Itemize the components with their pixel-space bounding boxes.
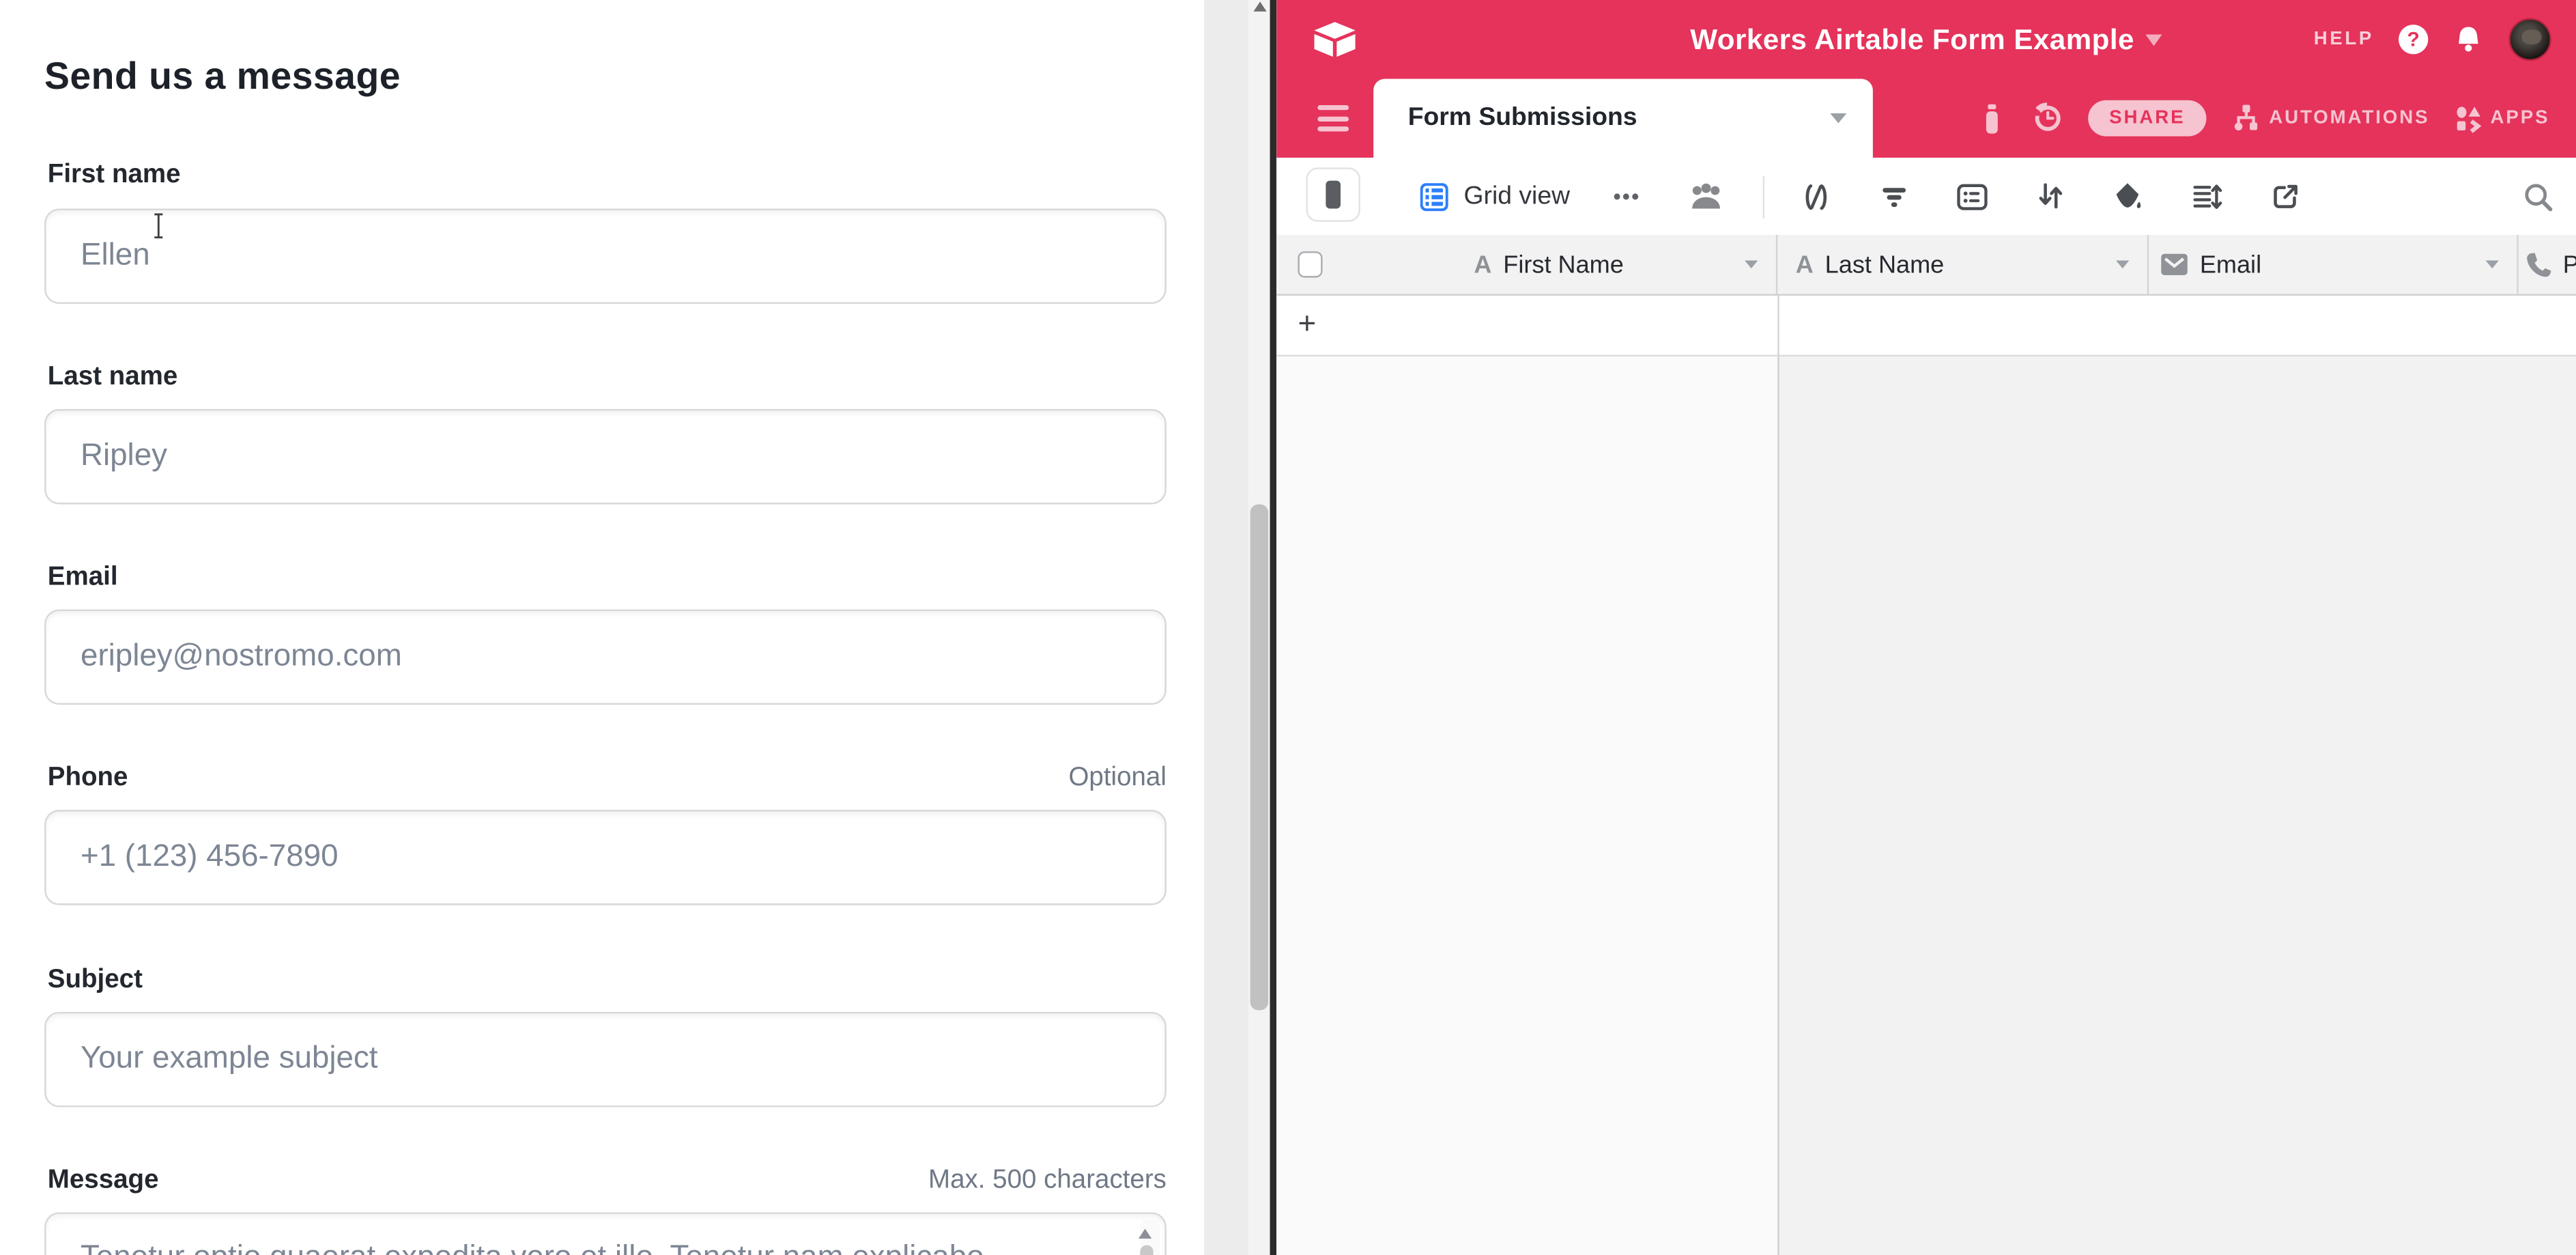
share-button[interactable]: SHARE: [2088, 100, 2207, 137]
column-caret-icon[interactable]: [2116, 261, 2129, 269]
contact-form-page: Send us a message First name Last name E…: [0, 0, 1204, 1255]
column-caret-icon[interactable]: [1745, 261, 1758, 269]
column-header-phone[interactable]: Phone: [2519, 235, 2576, 294]
phone-input[interactable]: [44, 810, 1167, 905]
text-field-type-icon: A: [1796, 251, 1814, 279]
apps-button[interactable]: APPS: [2455, 104, 2550, 132]
scrollbar-up-arrow-icon[interactable]: [1253, 1, 1265, 11]
text-field-type-icon: A: [1474, 251, 1491, 279]
help-button[interactable]: HELP: [2314, 29, 2374, 49]
apps-icon: [2455, 104, 2482, 132]
hide-fields-icon[interactable]: [1801, 182, 1832, 211]
user-avatar[interactable]: [2508, 18, 2551, 61]
select-all-checkbox[interactable]: [1298, 251, 1321, 278]
scroll-up-arrow-icon[interactable]: [1138, 1229, 1151, 1239]
add-row[interactable]: +: [1276, 296, 2576, 356]
phone-field-type-icon: [2525, 251, 2553, 279]
message-maxchars-hint: Max. 500 characters: [44, 1166, 1167, 1196]
first-name-label: First name: [48, 161, 181, 191]
trash-icon[interactable]: [1978, 102, 2006, 134]
last-name-input[interactable]: [44, 409, 1167, 505]
view-toolbar: Grid view •••: [1276, 158, 2576, 235]
automations-button[interactable]: AUTOMATIONS: [2231, 104, 2430, 133]
window-split-border: [1269, 0, 1276, 1255]
column-divider: [1777, 296, 1779, 356]
column-header-first-name[interactable]: A First Name: [1276, 235, 1777, 294]
grid-view-switcher[interactable]: Grid view: [1420, 158, 1570, 235]
email-input[interactable]: [44, 610, 1167, 705]
search-button[interactable]: [2522, 158, 2555, 235]
share-label: SHARE: [2109, 109, 2185, 128]
airtable-tab-row: Form Submissions SHARE: [1276, 79, 2576, 157]
fill-color-icon[interactable]: [2113, 181, 2144, 212]
grid-empty-area-right: [1777, 356, 2576, 1255]
sort-icon[interactable]: [2035, 181, 2065, 212]
message-text: Tenetur optio quaerat expedita vero et i…: [81, 1240, 1083, 1255]
grid-column-headers: A First Name A Last Name Email: [1276, 235, 2576, 296]
base-title[interactable]: Workers Airtable Form Example: [1690, 22, 2134, 57]
table-caret-icon[interactable]: [1830, 113, 1846, 123]
filter-icon[interactable]: [1879, 182, 1908, 211]
message-scrollbar[interactable]: [1140, 1219, 1160, 1255]
search-icon: [2522, 180, 2555, 212]
email-field-type-icon: [2160, 253, 2188, 276]
view-name: Grid view: [1464, 182, 1571, 211]
sidebar-panel-icon: [1326, 181, 1341, 209]
subject-input[interactable]: [44, 1012, 1167, 1108]
history-icon[interactable]: [2031, 102, 2063, 135]
message-scrollbar-thumb[interactable]: [1140, 1245, 1153, 1255]
automations-icon: [2231, 104, 2261, 133]
page-right-gutter: [1204, 0, 1248, 1255]
page-title: Send us a message: [44, 54, 401, 98]
email-label: Email: [48, 563, 118, 593]
text-cursor-icon: [148, 212, 169, 240]
grid-view-icon: [1420, 182, 1449, 211]
view-sidebar-toggle-button[interactable]: [1306, 167, 1360, 221]
notifications-bell-icon[interactable]: [2452, 23, 2484, 56]
last-name-label: Last name: [48, 363, 177, 393]
active-table-name: Form Submissions: [1408, 104, 1831, 133]
screenshot-root: Send us a message First name Last name E…: [0, 0, 2576, 1255]
subject-label: Subject: [48, 966, 143, 996]
collaborators-icon[interactable]: [1688, 181, 1723, 212]
first-name-input[interactable]: [44, 209, 1167, 305]
column-caret-icon[interactable]: [2486, 261, 2499, 269]
grid-empty-area: [1276, 356, 2576, 1255]
group-icon[interactable]: [1956, 182, 1988, 211]
airtable-topbar: Workers Airtable Form Example HELP ?: [1276, 0, 2576, 79]
tab-form-submissions[interactable]: Form Submissions: [1373, 79, 1873, 157]
help-question-icon[interactable]: ?: [2399, 25, 2428, 54]
message-textarea[interactable]: Tenetur optio quaerat expedita vero et i…: [44, 1212, 1167, 1255]
column-header-email[interactable]: Email: [2149, 235, 2519, 294]
base-title-caret-icon[interactable]: [2146, 33, 2162, 45]
view-options-dots-icon[interactable]: •••: [1614, 184, 1641, 208]
share-view-icon[interactable]: [2270, 182, 2300, 211]
column-header-last-name[interactable]: A Last Name: [1777, 235, 2149, 294]
airtable-window: Workers Airtable Form Example HELP ? For…: [1276, 0, 2576, 1255]
row-height-icon[interactable]: [2191, 182, 2222, 211]
page-scrollbar-thumb[interactable]: [1250, 505, 1268, 1011]
phone-optional-hint: Optional: [44, 764, 1167, 793]
add-row-plus-icon[interactable]: +: [1298, 307, 1316, 343]
sidebar-menu-icon[interactable]: [1317, 105, 1349, 137]
